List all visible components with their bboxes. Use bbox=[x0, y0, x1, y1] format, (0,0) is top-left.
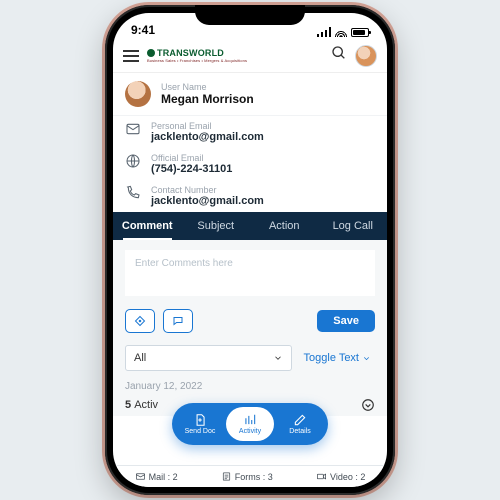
bottom-bar: Mail : 2 Forms : 3 Video : 2 bbox=[113, 465, 387, 487]
user-row: User Name Megan Morrison bbox=[113, 73, 387, 115]
mail-icon bbox=[135, 471, 146, 482]
info-label: Personal Email bbox=[151, 121, 264, 131]
battery-icon bbox=[351, 28, 369, 37]
profile-avatar[interactable] bbox=[355, 45, 377, 67]
bottom-label: Mail : 2 bbox=[149, 472, 178, 482]
user-name-label: User Name bbox=[161, 82, 254, 92]
app-header: TRANSWORLD Business Sales • Franchises •… bbox=[113, 39, 387, 73]
chat-button[interactable] bbox=[163, 309, 193, 333]
signal-icon bbox=[317, 27, 331, 37]
pill-label: Details bbox=[289, 428, 310, 435]
info-label: Official Email bbox=[151, 153, 232, 163]
bottom-label: Video : 2 bbox=[330, 472, 365, 482]
info-value: (754)-224-31101 bbox=[151, 163, 232, 175]
user-name-value: Megan Morrison bbox=[161, 92, 254, 106]
info-value: jacklento@gmail.com bbox=[151, 195, 264, 207]
doc-icon bbox=[193, 413, 207, 427]
content-area: User Name Megan Morrison Personal Email … bbox=[113, 73, 387, 465]
screen: 9:41 TRANSWORLD Business Sales • Franchi… bbox=[113, 13, 387, 487]
tab-log-call[interactable]: Log Call bbox=[319, 212, 388, 240]
notch bbox=[195, 5, 305, 25]
tab-subject[interactable]: Subject bbox=[182, 212, 251, 240]
tag-icon bbox=[134, 315, 146, 327]
phone-icon bbox=[125, 185, 141, 201]
search-button[interactable] bbox=[331, 45, 347, 66]
save-button[interactable]: Save bbox=[317, 310, 375, 332]
contact-info-list: Personal Email jacklento@gmail.com Offic… bbox=[113, 115, 387, 212]
pill-send-doc[interactable]: Send Doc bbox=[176, 407, 224, 441]
brand-logo: TRANSWORLD Business Sales • Franchises •… bbox=[147, 49, 247, 63]
brand-tagline: Business Sales • Franchises • Mergers & … bbox=[147, 59, 247, 63]
phone-frame: 9:41 TRANSWORLD Business Sales • Franchi… bbox=[105, 5, 395, 495]
activity-count: 5 bbox=[125, 399, 131, 411]
timeline-date: January 12, 2022 bbox=[113, 377, 387, 394]
comment-input[interactable] bbox=[125, 250, 375, 296]
globe-icon bbox=[147, 49, 155, 57]
menu-button[interactable] bbox=[123, 50, 139, 62]
user-avatar bbox=[125, 81, 151, 107]
mail-icon bbox=[125, 121, 141, 137]
filter-value: All bbox=[134, 352, 146, 364]
comment-section: Save bbox=[113, 240, 387, 343]
brand-name: TRANSWORLD bbox=[157, 49, 224, 58]
info-value: jacklento@gmail.com bbox=[151, 131, 264, 143]
chevron-down-icon bbox=[362, 354, 371, 363]
pill-label: Activity bbox=[239, 428, 261, 435]
floating-action-pill: Send Doc Activity Details bbox=[172, 403, 328, 445]
bottom-label: Forms : 3 bbox=[235, 472, 273, 482]
activity-count-suffix: Activ bbox=[134, 399, 158, 411]
toggle-label: Toggle Text bbox=[304, 352, 359, 364]
info-label: Contact Number bbox=[151, 185, 264, 195]
toggle-text-link[interactable]: Toggle Text bbox=[300, 352, 375, 364]
bottom-item-video[interactable]: Video : 2 bbox=[316, 471, 365, 482]
search-icon bbox=[331, 45, 347, 61]
tab-bar: Comment Subject Action Log Call bbox=[113, 212, 387, 240]
tab-action[interactable]: Action bbox=[250, 212, 319, 240]
info-row-contact-number: Contact Number jacklento@gmail.com bbox=[113, 180, 387, 212]
comment-actions: Save bbox=[125, 301, 375, 339]
bottom-item-mail[interactable]: Mail : 2 bbox=[135, 471, 178, 482]
video-icon bbox=[316, 471, 327, 482]
wifi-icon bbox=[335, 27, 347, 37]
info-row-personal-email: Personal Email jacklento@gmail.com bbox=[113, 116, 387, 148]
chart-icon bbox=[243, 413, 257, 427]
form-icon bbox=[221, 471, 232, 482]
pill-details[interactable]: Details bbox=[276, 407, 324, 441]
pill-activity[interactable]: Activity bbox=[226, 407, 274, 441]
chat-icon bbox=[172, 315, 184, 327]
tab-comment[interactable]: Comment bbox=[113, 212, 182, 240]
filter-select[interactable]: All bbox=[125, 345, 292, 371]
info-row-official-email: Official Email (754)-224-31101 bbox=[113, 148, 387, 180]
edit-icon bbox=[293, 413, 307, 427]
filter-row: All Toggle Text bbox=[113, 343, 387, 377]
pill-label: Send Doc bbox=[185, 428, 216, 435]
status-time: 9:41 bbox=[131, 23, 155, 37]
tag-button[interactable] bbox=[125, 309, 155, 333]
globe-icon bbox=[125, 153, 141, 169]
chevron-down-icon bbox=[273, 353, 283, 363]
chevron-down-circle-icon[interactable] bbox=[361, 398, 375, 412]
bottom-item-forms[interactable]: Forms : 3 bbox=[221, 471, 273, 482]
